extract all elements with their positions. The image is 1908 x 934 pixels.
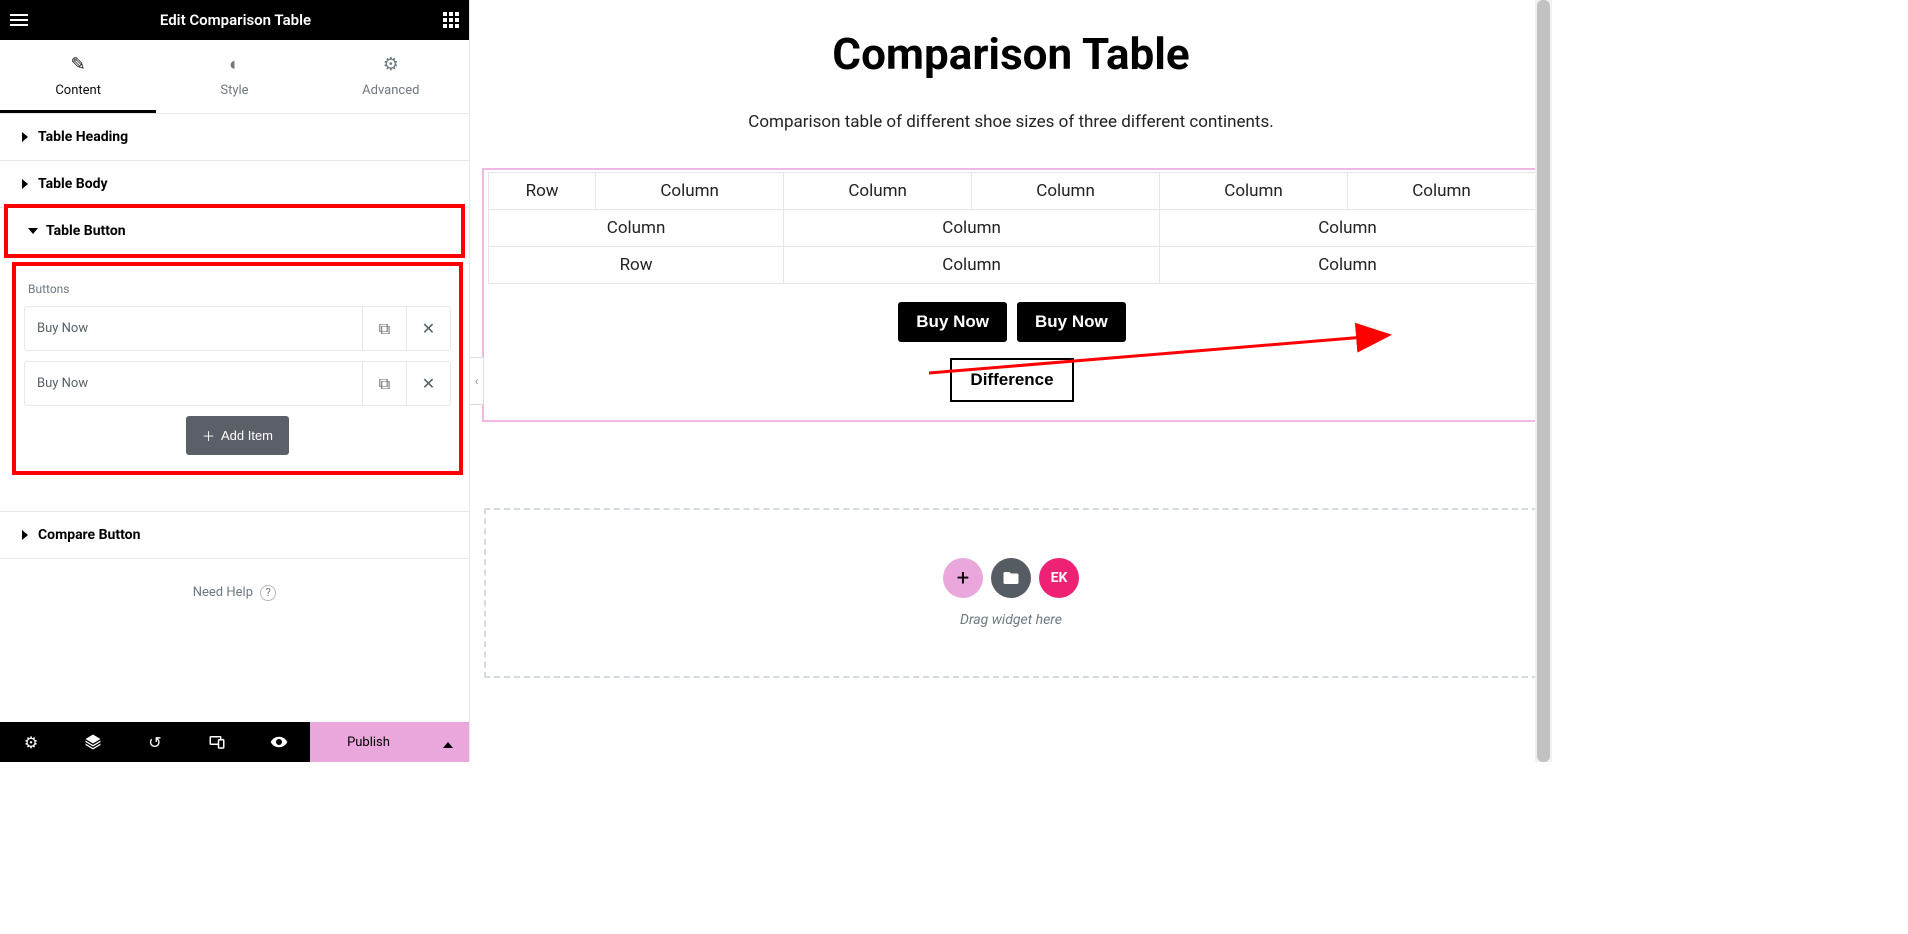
publish-area: Publish: [310, 722, 469, 762]
tabs: ✎ Content ◐ Style ⚙ Advanced: [0, 40, 469, 114]
publish-options-button[interactable]: [427, 733, 469, 752]
layers-icon[interactable]: [62, 722, 124, 762]
tab-style[interactable]: ◐ Style: [156, 40, 312, 113]
close-icon[interactable]: ✕: [406, 307, 450, 350]
copy-icon[interactable]: ⧉: [362, 362, 406, 405]
repeater-item-label: Buy Now: [25, 307, 362, 350]
copy-icon[interactable]: ⧉: [362, 307, 406, 350]
buy-now-button[interactable]: Buy Now: [898, 302, 1007, 342]
gear-icon: ⚙: [313, 54, 469, 75]
topbar-title: Edit Comparison Table: [28, 11, 443, 29]
pencil-icon: ✎: [0, 54, 156, 75]
table-row: Column Column Column: [489, 210, 1536, 247]
table-row: Row Column Column: [489, 247, 1536, 284]
plus-icon: ＋: [202, 426, 215, 445]
highlight-table-button: Table Button: [4, 204, 465, 258]
repeater-item-label: Buy Now: [25, 362, 362, 405]
compare-row: Difference: [488, 358, 1536, 402]
accordion-table-body[interactable]: Table Body: [0, 161, 469, 208]
help-icon: ?: [260, 585, 276, 601]
caret-icon: [22, 179, 28, 189]
template-folder-button[interactable]: [991, 558, 1031, 598]
page-description: Comparison table of different shoe sizes…: [470, 112, 1552, 132]
buttons-label: Buttons: [24, 274, 451, 306]
responsive-icon[interactable]: [186, 722, 248, 762]
repeater-item[interactable]: Buy Now ⧉ ✕: [24, 306, 451, 351]
accordion-table-heading[interactable]: Table Heading: [0, 114, 469, 161]
menu-icon[interactable]: [10, 14, 28, 26]
scrollbar[interactable]: [1535, 0, 1552, 762]
table-row: Row Column Column Column Column Column: [489, 173, 1536, 210]
ek-button[interactable]: EK: [1039, 558, 1079, 598]
editor-sidebar: Edit Comparison Table ✎ Content ◐ Style …: [0, 0, 470, 762]
collapse-sidebar-button[interactable]: ‹: [470, 357, 484, 405]
page-title: Comparison Table: [470, 28, 1552, 80]
history-icon[interactable]: ↺: [124, 722, 186, 762]
caret-icon: [22, 530, 28, 540]
dropzone-text: Drag widget here: [960, 612, 1062, 628]
accordion-compare-button[interactable]: Compare Button: [0, 511, 469, 559]
tab-content[interactable]: ✎ Content: [0, 40, 156, 113]
highlight-buttons-list: Buttons Buy Now ⧉ ✕ Buy Now ⧉ ✕ ＋ Add It…: [12, 262, 463, 475]
contrast-icon: ◐: [156, 54, 312, 75]
apps-icon[interactable]: [443, 12, 459, 28]
add-item-button[interactable]: ＋ Add Item: [186, 416, 289, 455]
canvas: ‹ Comparison Table Comparison table of d…: [470, 0, 1552, 762]
preview-icon[interactable]: [248, 722, 310, 762]
close-icon[interactable]: ✕: [406, 362, 450, 405]
add-section-button[interactable]: +: [943, 558, 983, 598]
settings-icon[interactable]: ⚙: [0, 722, 62, 762]
comparison-table: Row Column Column Column Column Column C…: [488, 172, 1536, 284]
comparison-table-widget[interactable]: Row Column Column Column Column Column C…: [482, 168, 1542, 422]
difference-button[interactable]: Difference: [950, 358, 1073, 402]
dropzone-actions: + EK: [943, 558, 1079, 598]
caret-down-icon: [28, 228, 38, 234]
tab-advanced[interactable]: ⚙ Advanced: [313, 40, 469, 113]
panel: Table Heading Table Body Table Button Bu…: [0, 114, 469, 722]
topbar: Edit Comparison Table: [0, 0, 469, 40]
repeater-item[interactable]: Buy Now ⧉ ✕: [24, 361, 451, 406]
accordion-table-button[interactable]: Table Button: [8, 208, 461, 254]
chevron-up-icon: [443, 742, 453, 748]
table-buttons-row: Buy Now Buy Now: [488, 302, 1536, 342]
need-help-link[interactable]: Need Help ?: [0, 559, 469, 627]
dropzone[interactable]: + EK Drag widget here: [484, 508, 1538, 678]
buy-now-button[interactable]: Buy Now: [1017, 302, 1126, 342]
caret-icon: [22, 132, 28, 142]
publish-button[interactable]: Publish: [310, 735, 427, 750]
bottombar: ⚙ ↺ Publish: [0, 722, 469, 762]
